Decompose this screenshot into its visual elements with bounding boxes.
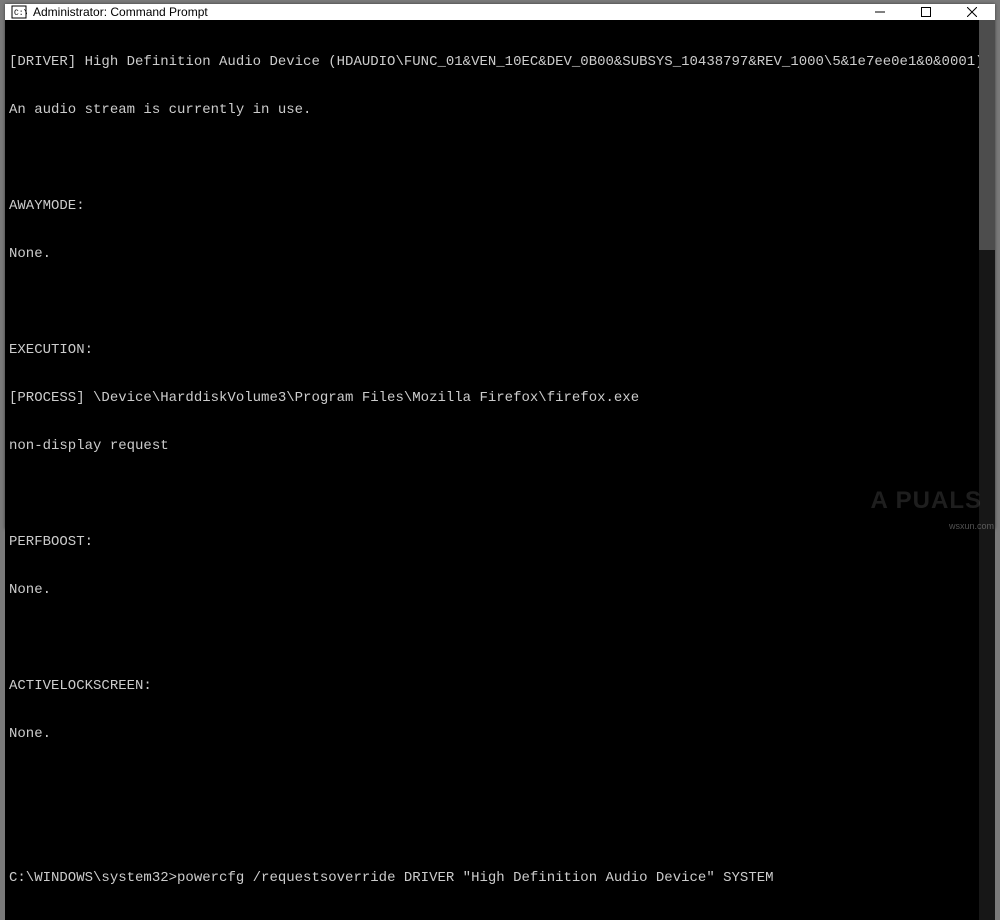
cmd-icon: C:\	[11, 4, 27, 20]
output-line: EXECUTION:	[9, 342, 975, 358]
output-line	[9, 150, 975, 166]
terminal-area: [DRIVER] High Definition Audio Device (H…	[5, 20, 995, 920]
output-line	[9, 822, 975, 838]
scrollbar-thumb[interactable]	[979, 20, 995, 250]
output-line	[9, 630, 975, 646]
window-controls	[857, 4, 995, 20]
output-line: None.	[9, 246, 975, 262]
close-button[interactable]	[949, 4, 995, 20]
minimize-button[interactable]	[857, 4, 903, 20]
titlebar[interactable]: C:\ Administrator: Command Prompt	[5, 4, 995, 20]
output-line: AWAYMODE:	[9, 198, 975, 214]
output-line: non-display request	[9, 438, 975, 454]
prompt-path: C:\WINDOWS\system32>	[9, 870, 177, 886]
scrollbar[interactable]	[979, 20, 995, 920]
output-line	[9, 774, 975, 790]
window-title: Administrator: Command Prompt	[33, 5, 857, 19]
output-line	[9, 486, 975, 502]
command-prompt-window: C:\ Administrator: Command Prompt [DRIVE…	[5, 4, 995, 529]
output-line: ACTIVELOCKSCREEN:	[9, 678, 975, 694]
prompt-command: powercfg /requestsoverride DRIVER "High …	[177, 870, 774, 886]
svg-text:C:\: C:\	[14, 9, 27, 18]
prompt-line: C:\WINDOWS\system32>powercfg /requestsov…	[9, 870, 975, 886]
output-line: None.	[9, 726, 975, 742]
output-line: [DRIVER] High Definition Audio Device (H…	[9, 54, 975, 70]
output-line: An audio stream is currently in use.	[9, 102, 975, 118]
terminal-output[interactable]: [DRIVER] High Definition Audio Device (H…	[5, 20, 979, 920]
output-line: PERFBOOST:	[9, 534, 975, 550]
output-line: [PROCESS] \Device\HarddiskVolume3\Progra…	[9, 390, 975, 406]
output-line	[9, 294, 975, 310]
output-line: None.	[9, 582, 975, 598]
maximize-button[interactable]	[903, 4, 949, 20]
